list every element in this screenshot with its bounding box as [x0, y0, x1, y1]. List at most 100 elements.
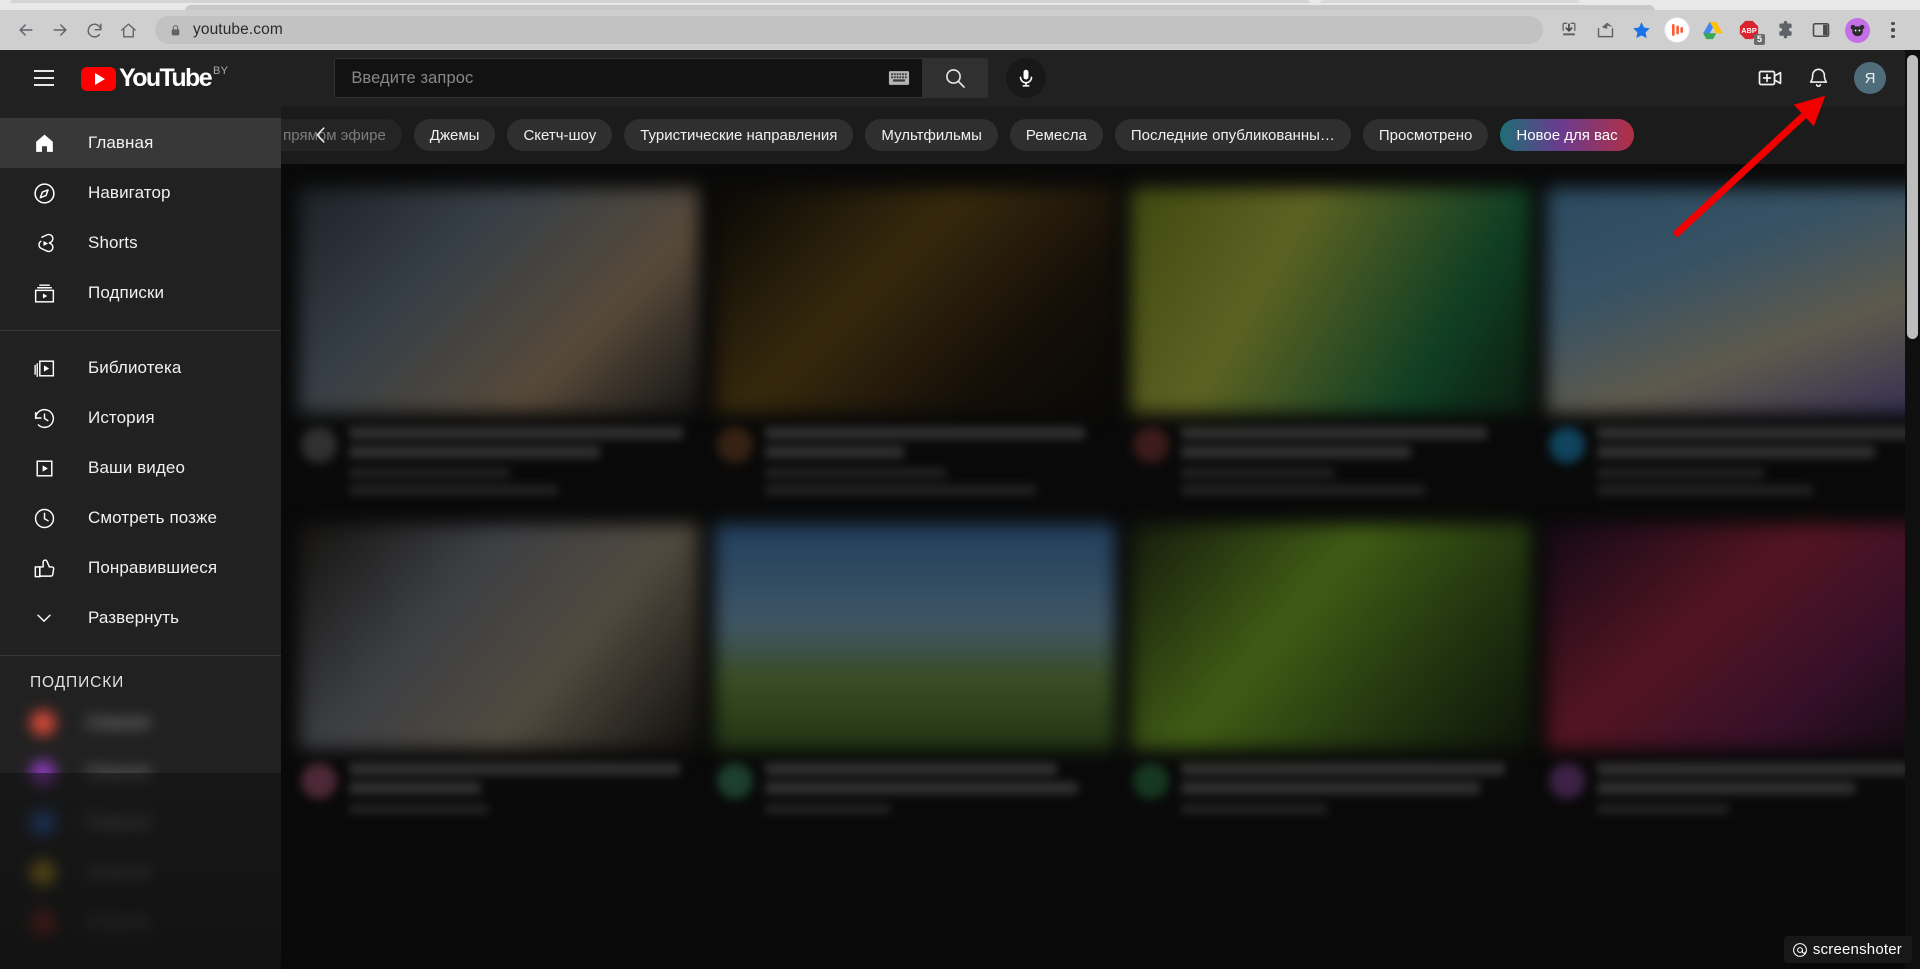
- browser-tab-active[interactable]: [10, 0, 1310, 3]
- channel-avatar[interactable]: [1549, 427, 1585, 463]
- sidebar-label: Подписки: [88, 283, 164, 303]
- chip-jams[interactable]: Джемы: [414, 119, 496, 151]
- channel-avatar[interactable]: [301, 763, 337, 799]
- channel-name: Channel: [86, 813, 149, 833]
- channel-avatar[interactable]: [301, 427, 337, 463]
- side-panel-icon[interactable]: [1803, 13, 1839, 47]
- keyboard-icon[interactable]: [888, 70, 910, 86]
- sidebar-label: Библиотека: [88, 358, 181, 378]
- account-avatar[interactable]: Я: [1854, 62, 1886, 94]
- channel-avatar[interactable]: [1133, 763, 1169, 799]
- watch-later-icon: [30, 504, 58, 532]
- chip-live[interactable]: В прямом эфире: [281, 119, 402, 151]
- home-icon: [30, 129, 58, 157]
- sidebar-item-shorts[interactable]: Shorts: [0, 218, 281, 268]
- video-card[interactable]: [1131, 524, 1531, 821]
- video-card[interactable]: [1547, 188, 1920, 502]
- sidebar-item-show-more[interactable]: Развернуть: [0, 593, 281, 643]
- chip-new-to-you[interactable]: Новое для вас: [1500, 119, 1633, 151]
- honey-extension-icon[interactable]: [1659, 13, 1695, 47]
- adblock-plus-icon[interactable]: ABP 5: [1731, 13, 1767, 47]
- sidebar-item-watch-later[interactable]: Смотреть позже: [0, 493, 281, 543]
- video-meta: [1547, 427, 1920, 502]
- sidebar-item-your-videos[interactable]: Ваши видео: [0, 443, 281, 493]
- notifications-bell-icon[interactable]: [1798, 58, 1838, 98]
- subscription-item[interactable]: Channel: [0, 848, 281, 898]
- browser-tab-other[interactable]: [1320, 0, 1580, 3]
- sidebar-item-history[interactable]: История: [0, 393, 281, 443]
- chip-crafts[interactable]: Ремесла: [1010, 119, 1103, 151]
- video-thumbnail[interactable]: [299, 524, 699, 749]
- video-thumbnail[interactable]: [1131, 188, 1531, 413]
- video-meta: [299, 763, 699, 821]
- extensions-puzzle-icon[interactable]: [1767, 13, 1803, 47]
- page-scrollbar[interactable]: [1905, 50, 1920, 969]
- sidebar-item-explore[interactable]: Навигатор: [0, 168, 281, 218]
- channel-avatar: [30, 910, 56, 936]
- address-bar[interactable]: youtube.com: [155, 16, 1543, 44]
- browser-window: youtube.com ABP 5: [0, 0, 1920, 969]
- reload-button[interactable]: [77, 13, 111, 47]
- search-input[interactable]: Введите запрос: [334, 58, 923, 98]
- channel-avatar[interactable]: [717, 763, 753, 799]
- header-actions: Я: [1750, 58, 1904, 98]
- share-icon[interactable]: [1587, 13, 1623, 47]
- google-drive-icon[interactable]: [1695, 13, 1731, 47]
- sidebar-item-liked-videos[interactable]: Понравившиеся: [0, 543, 281, 593]
- search-placeholder: Введите запрос: [351, 69, 888, 88]
- screenshot-watermark: screenshoter: [1784, 936, 1912, 963]
- video-card[interactable]: [299, 188, 699, 502]
- chip-watched[interactable]: Просмотрено: [1363, 119, 1488, 151]
- library-icon: [30, 354, 58, 382]
- video-meta: [1131, 763, 1531, 821]
- video-card[interactable]: [715, 524, 1115, 821]
- channel-avatar[interactable]: [717, 427, 753, 463]
- video-thumbnail[interactable]: [1131, 524, 1531, 749]
- chip-sketch-comedy[interactable]: Скетч-шоу: [507, 119, 612, 151]
- chips-scroll-left-button[interactable]: [305, 119, 337, 151]
- video-thumbnail[interactable]: [1547, 188, 1920, 413]
- video-card[interactable]: [715, 188, 1115, 502]
- profile-avatar-icon[interactable]: [1839, 13, 1875, 47]
- video-card[interactable]: [1547, 524, 1920, 821]
- chip-cartoons[interactable]: Мультфильмы: [865, 119, 997, 151]
- downloads-icon[interactable]: [1551, 13, 1587, 47]
- subscription-item[interactable]: Channel: [0, 698, 281, 748]
- video-thumbnail[interactable]: [299, 188, 699, 413]
- video-text-block: [1181, 427, 1529, 502]
- video-thumbnail[interactable]: [715, 188, 1115, 413]
- browser-menu-icon[interactable]: [1875, 13, 1911, 47]
- youtube-body: Главная Навигатор Shorts: [0, 106, 1920, 969]
- sidebar-item-subscriptions[interactable]: Подписки: [0, 268, 281, 318]
- video-text-block: [349, 763, 697, 821]
- liked-videos-icon: [30, 554, 58, 582]
- video-card[interactable]: [1131, 188, 1531, 502]
- voice-search-button[interactable]: [1006, 58, 1046, 98]
- channel-avatar[interactable]: [1549, 763, 1585, 799]
- sidebar-item-library[interactable]: Библиотека: [0, 343, 281, 393]
- video-grid: [281, 164, 1920, 821]
- chip-recently-uploaded[interactable]: Последние опубликованны…: [1115, 119, 1351, 151]
- bookmark-star-icon[interactable]: [1623, 13, 1659, 47]
- channel-avatar[interactable]: [1133, 427, 1169, 463]
- sidebar-item-home[interactable]: Главная: [0, 118, 281, 168]
- subscription-item[interactable]: Channel: [0, 798, 281, 848]
- youtube-page: YouTube BY Введите запрос: [0, 50, 1920, 969]
- video-thumbnail[interactable]: [1547, 524, 1920, 749]
- watermark-text: screenshoter: [1813, 941, 1902, 958]
- your-videos-icon: [30, 454, 58, 482]
- subscription-item[interactable]: Channel: [0, 748, 281, 798]
- video-card[interactable]: [299, 524, 699, 821]
- back-button[interactable]: [9, 13, 43, 47]
- youtube-logo[interactable]: YouTube BY: [81, 64, 228, 93]
- guide-menu-icon[interactable]: [24, 58, 64, 98]
- browser-tabstrip: [0, 0, 1920, 10]
- search-button[interactable]: [923, 58, 988, 98]
- video-thumbnail[interactable]: [715, 524, 1115, 749]
- forward-button[interactable]: [43, 13, 77, 47]
- scrollbar-thumb[interactable]: [1907, 55, 1918, 339]
- subscription-item[interactable]: Channel: [0, 898, 281, 948]
- create-video-icon[interactable]: [1750, 58, 1790, 98]
- home-button[interactable]: [111, 13, 145, 47]
- chip-travel-destinations[interactable]: Туристические направления: [624, 119, 853, 151]
